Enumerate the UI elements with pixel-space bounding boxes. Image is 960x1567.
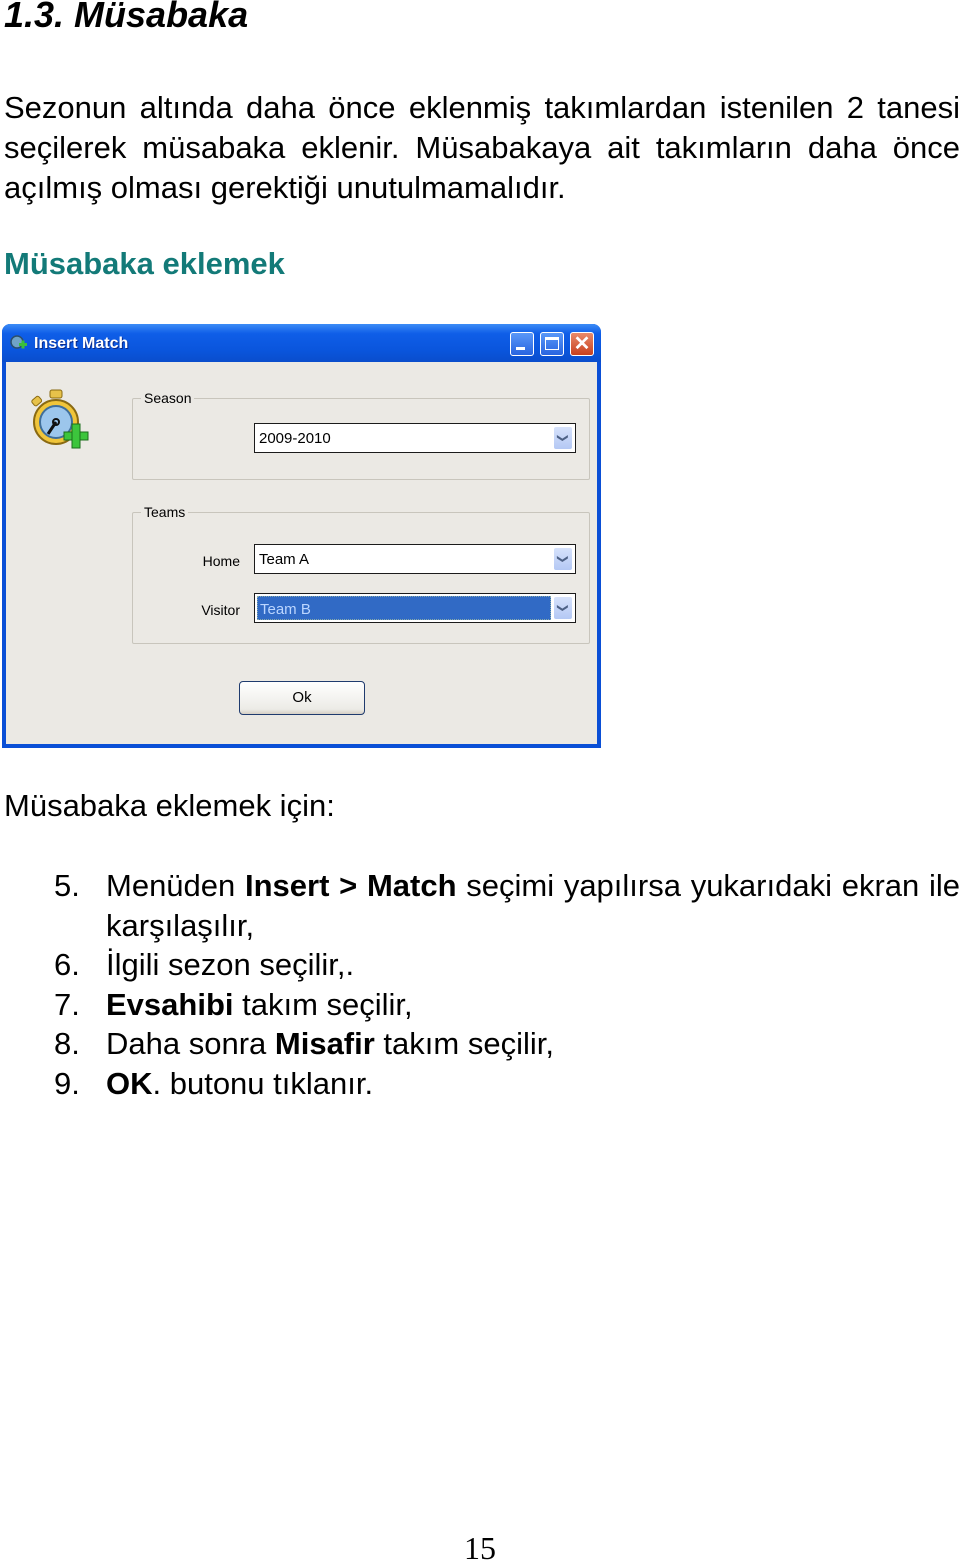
chevron-down-icon[interactable]: ❯ bbox=[554, 427, 572, 449]
close-button[interactable]: ✕ bbox=[570, 332, 594, 356]
list-item-number: 8. bbox=[54, 1026, 80, 1061]
bold-term: Misafir bbox=[274, 1026, 375, 1061]
season-value: 2009-2010 bbox=[259, 430, 331, 447]
season-group-label: Season bbox=[141, 390, 195, 406]
bold-term: Evsahibi bbox=[106, 986, 234, 1022]
chevron-down-icon[interactable]: ❯ bbox=[554, 597, 572, 619]
list-item-number: 7. bbox=[54, 986, 80, 1022]
window-title: Insert Match bbox=[34, 335, 129, 352]
bold-term: OK bbox=[106, 1065, 153, 1101]
text-run: İlgili sezon seçilir,. bbox=[106, 947, 355, 982]
chevron-down-icon[interactable]: ❯ bbox=[554, 548, 572, 570]
window-client-area: Season 2009-2010 ❯ Teams Home Team A ❯ V… bbox=[6, 362, 597, 744]
intro-paragraph: Sezonun altında daha önce eklenmiş takım… bbox=[4, 90, 960, 205]
steps-list: 5. Menüden Insert > Match seçimi yapılırs… bbox=[54, 866, 960, 1103]
minimize-button[interactable] bbox=[510, 332, 534, 356]
list-item-text: Menüden Insert > Match seçimi yapılırsa … bbox=[106, 866, 960, 945]
text-run: Daha sonra bbox=[106, 1026, 275, 1061]
page-number: 15 bbox=[464, 1530, 496, 1566]
steps-intro: Müsabaka eklemek için: bbox=[4, 788, 335, 823]
list-item: 9. OK. butonu tıklanır. bbox=[54, 1064, 960, 1104]
list-item-number: 6. bbox=[54, 947, 80, 982]
text-run: Menüden bbox=[106, 868, 245, 903]
close-icon: ✕ bbox=[573, 333, 591, 355]
text-run: takım seçilir, bbox=[233, 986, 413, 1022]
list-item-text: OK. butonu tıklanır. bbox=[106, 1064, 960, 1104]
insert-match-window: Insert Match ✕ Season 2009-2010 ❯ Teams … bbox=[2, 324, 601, 748]
stopwatch-add-icon bbox=[31, 389, 89, 449]
list-item: 5. Menüden Insert > Match seçimi yapılırs… bbox=[54, 866, 960, 945]
list-item-number: 5. bbox=[54, 868, 80, 903]
visitor-team-dropdown[interactable]: Team B ❯ bbox=[254, 593, 576, 623]
title-bar[interactable]: Insert Match ✕ bbox=[2, 324, 601, 362]
teams-group-label: Teams bbox=[141, 504, 189, 520]
list-item: 7. Evsahibi takım seçilir, bbox=[54, 985, 960, 1025]
maximize-button[interactable] bbox=[540, 332, 564, 356]
ok-button[interactable]: Ok bbox=[239, 681, 365, 715]
home-team-dropdown[interactable]: Team A ❯ bbox=[254, 544, 576, 574]
list-item: 8. Daha sonra Misafir takım seçilir, bbox=[54, 1024, 960, 1064]
minimize-icon bbox=[516, 347, 525, 350]
list-item-text: İlgili sezon seçilir,. bbox=[106, 945, 960, 985]
home-team-value: Team A bbox=[259, 551, 310, 568]
home-label: Home bbox=[202, 553, 240, 569]
section-title: 1.3. Müsabaka bbox=[4, 0, 249, 35]
maximize-icon bbox=[545, 337, 559, 350]
visitor-label: Visitor bbox=[201, 602, 240, 618]
list-item: 6. İlgili sezon seçilir,. bbox=[54, 945, 960, 985]
visitor-team-value: Team B bbox=[257, 596, 551, 620]
list-item-text: Daha sonra Misafir takım seçilir, bbox=[106, 1024, 960, 1064]
season-dropdown[interactable]: 2009-2010 ❯ bbox=[254, 423, 576, 453]
text-run: takım seçilir, bbox=[374, 1026, 554, 1061]
subheading: Müsabaka eklemek bbox=[4, 246, 285, 281]
bold-term: Insert > Match bbox=[245, 868, 457, 903]
list-item-text: Evsahibi takım seçilir, bbox=[106, 985, 960, 1025]
list-item-number: 9. bbox=[54, 1065, 80, 1101]
text-run: . butonu tıklanır. bbox=[152, 1065, 374, 1101]
app-icon bbox=[10, 335, 27, 349]
teams-group: Teams bbox=[132, 504, 590, 644]
